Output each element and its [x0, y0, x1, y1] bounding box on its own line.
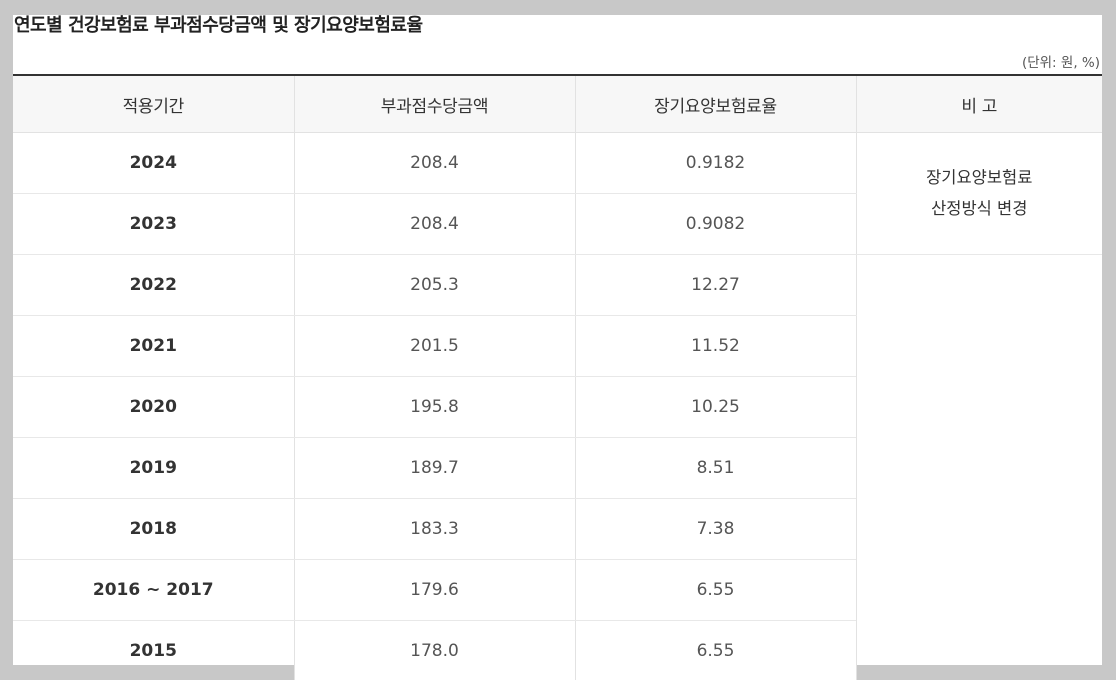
rate-cell: 8.51: [574, 437, 856, 499]
period-cell: 2015: [13, 620, 294, 665]
header-rate: 장기요양보험료율: [574, 75, 856, 133]
table-overflow-divider: [575, 665, 576, 680]
rate-cell: 11.52: [574, 315, 856, 377]
amount-cell: 183.3: [293, 498, 575, 560]
header-note: 비 고: [855, 75, 1102, 133]
note-line-2: 산정방식 변경: [931, 198, 1028, 218]
amount-cell: 208.4: [293, 132, 575, 194]
rate-cell: 0.9082: [574, 193, 856, 255]
period-cell: 2020: [13, 376, 294, 438]
amount-cell: 178.0: [293, 620, 575, 665]
note-empty-cell: [855, 254, 1102, 665]
header-period: 적용기간: [13, 75, 294, 133]
period-cell: 2018: [13, 498, 294, 560]
period-cell: 2024: [13, 132, 294, 194]
period-cell: 2022: [13, 254, 294, 316]
table-row: 2022 205.3 12.27: [13, 254, 1102, 665]
table-header-row: 적용기간 부과점수당금액 장기요양보험료율 비 고: [13, 75, 1102, 133]
content-panel: 연도별 건강보험료 부과점수당금액 및 장기요양보험료율 (단위: 원, %) …: [13, 15, 1102, 665]
rate-cell: 12.27: [574, 254, 856, 316]
rate-table: 적용기간 부과점수당금액 장기요양보험료율 비 고 2024 208.4 0.9…: [13, 74, 1102, 665]
amount-cell: 208.4: [293, 193, 575, 255]
amount-cell: 195.8: [293, 376, 575, 438]
period-cell: 2021: [13, 315, 294, 377]
amount-cell: 205.3: [293, 254, 575, 316]
rate-cell: 0.9182: [574, 132, 856, 194]
rate-cell: 10.25: [574, 376, 856, 438]
period-cell: 2023: [13, 193, 294, 255]
amount-cell: 179.6: [293, 559, 575, 621]
rate-cell: 7.38: [574, 498, 856, 560]
header-amount: 부과점수당금액: [293, 75, 575, 133]
page-title: 연도별 건강보험료 부과점수당금액 및 장기요양보험료율: [14, 15, 423, 36]
amount-cell: 201.5: [293, 315, 575, 377]
rate-cell: 6.55: [574, 559, 856, 621]
unit-caption: (단위: 원, %): [1021, 55, 1100, 71]
note-cell: 장기요양보험료 산정방식 변경: [855, 132, 1102, 255]
amount-cell: 189.7: [293, 437, 575, 499]
period-cell: 2019: [13, 437, 294, 499]
note-line-1: 장기요양보험료: [926, 167, 1033, 187]
period-cell: 2016 ~ 2017: [13, 559, 294, 621]
table-row: 2024 208.4 0.9182 장기요양보험료 산정방식 변경: [13, 132, 1102, 255]
rate-cell: 6.55: [574, 620, 856, 665]
